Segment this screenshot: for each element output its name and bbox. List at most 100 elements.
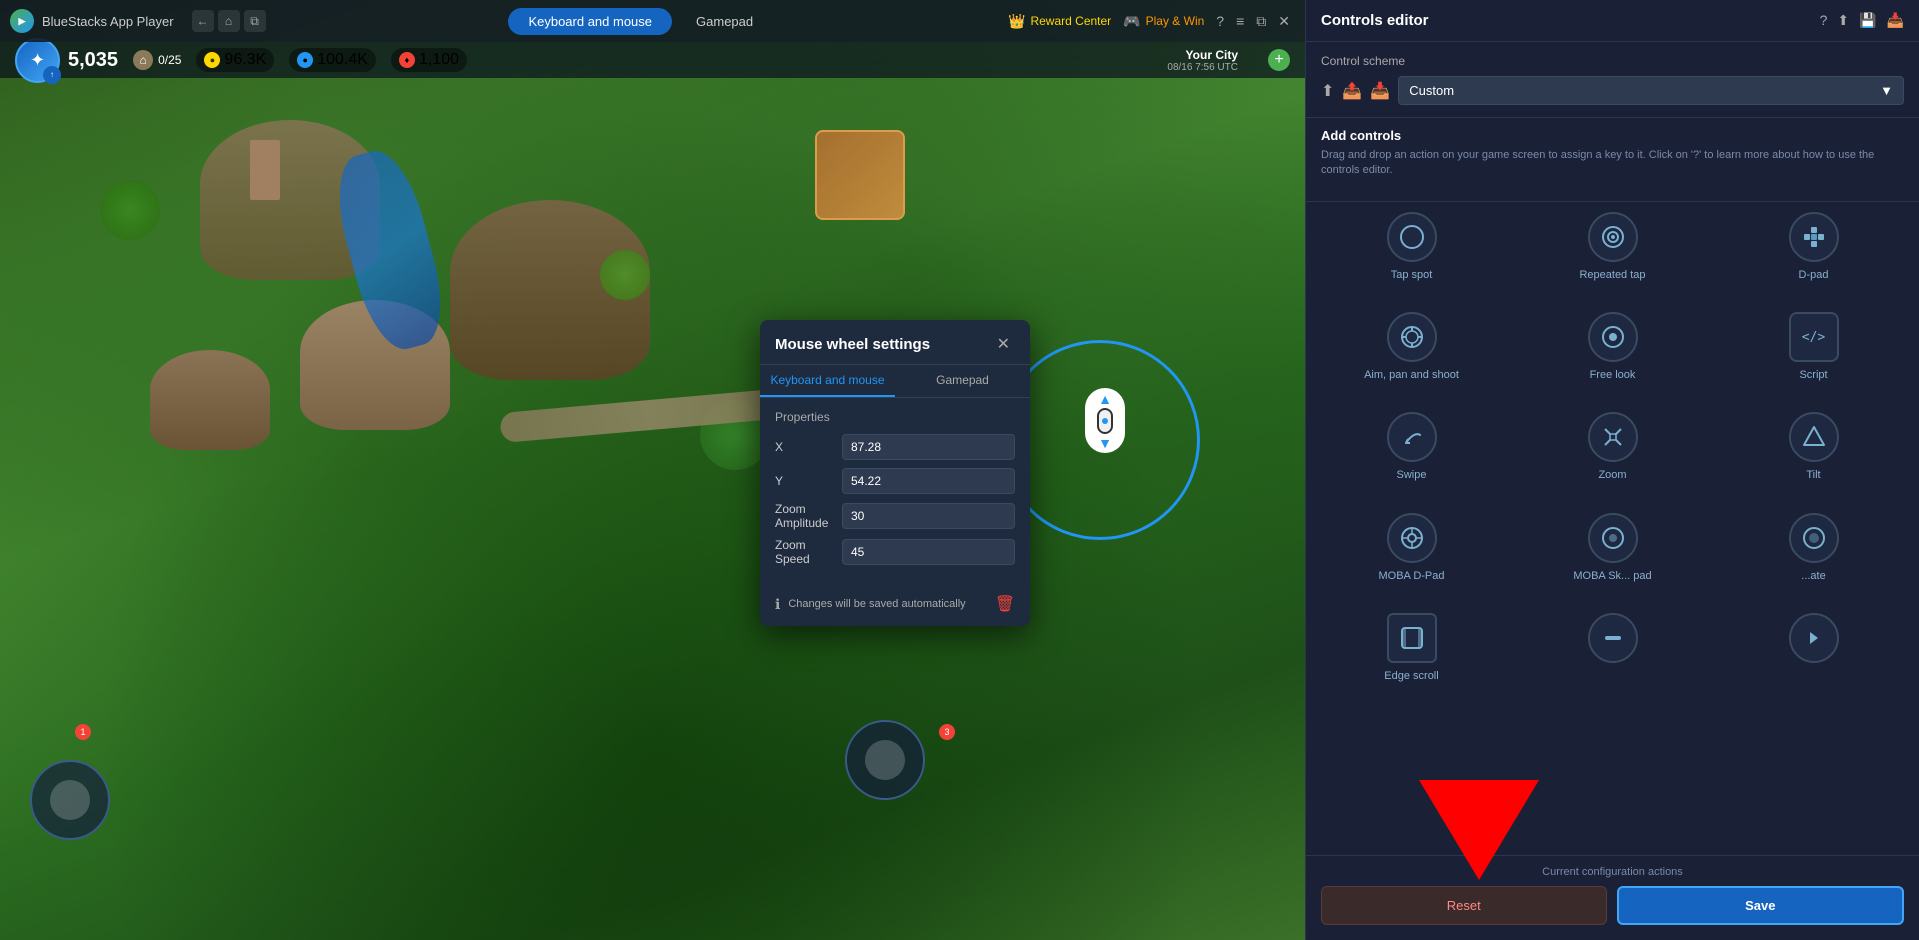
moba-skillpad-icon	[1588, 513, 1638, 563]
tap-spot-icon	[1387, 212, 1437, 262]
swipe-icon	[1387, 412, 1437, 462]
zoom-icon	[1588, 412, 1638, 462]
add-controls-section: Add controls Drag and drop an action on …	[1306, 118, 1919, 202]
input-x[interactable]	[842, 434, 1015, 460]
notif-badge-1: 1	[75, 724, 91, 740]
upload-icon[interactable]: ⬆	[1837, 12, 1849, 29]
dialog-tabs: Keyboard and mouse Gamepad	[760, 365, 1030, 398]
control-repeated-tap[interactable]: Repeated tap	[1517, 202, 1708, 292]
control-aim-pan-shoot[interactable]: Aim, pan and shoot	[1316, 302, 1507, 392]
dialog-header: Mouse wheel settings ✕	[760, 320, 1030, 365]
close-icon[interactable]: ✕	[1278, 13, 1290, 30]
red-arrow-indicator	[1419, 780, 1539, 880]
controls-scroll-area[interactable]: Tap spot Repeated tap	[1306, 202, 1919, 762]
moba-dpad-icon	[1387, 513, 1437, 563]
hud-bar: ✦ ↑ 5,035 ⌂ 0/25 ● 96.3K ● 100.4K ♦ 1,10…	[0, 42, 1305, 78]
building-1-tower	[250, 140, 280, 200]
label-zoom-speed: Zoom Speed	[775, 538, 842, 566]
field-y: Y	[775, 468, 1015, 494]
properties-title: Properties	[775, 410, 1015, 424]
tree-1	[100, 180, 160, 240]
reset-button[interactable]: Reset	[1321, 886, 1607, 925]
free-look-label: Free look	[1590, 368, 1636, 382]
script-icon: </>	[1789, 312, 1839, 362]
scheme-import-icon[interactable]: 📥	[1370, 81, 1390, 101]
city-info: Your City 08/16 7:56 UTC	[1167, 48, 1238, 73]
dpad-label: D-pad	[1799, 268, 1829, 282]
delete-button[interactable]: 🗑	[995, 594, 1015, 614]
label-y: Y	[775, 474, 842, 488]
score-value: 5,035	[68, 49, 118, 72]
home-button[interactable]: ⌂	[218, 10, 240, 32]
building-count: ⌂ 0/25	[133, 50, 181, 70]
dialog-body: Properties X Y Zoom Amplitude Zoom Speed	[760, 398, 1030, 586]
save-button[interactable]: Save	[1617, 886, 1905, 925]
mouse-wheel-settings-dialog: Mouse wheel settings ✕ Keyboard and mous…	[760, 320, 1030, 626]
footer-text: Changes will be saved automatically	[788, 598, 986, 610]
control-item12[interactable]: ...ate	[1718, 503, 1909, 593]
scheme-export-icon[interactable]: 📤	[1342, 81, 1362, 101]
input-y[interactable]	[842, 468, 1015, 494]
bottom-left-icon	[30, 760, 110, 840]
add-controls-desc: Drag and drop an action on your game scr…	[1321, 148, 1904, 179]
control-swipe[interactable]: Swipe	[1316, 402, 1507, 492]
gold-icon: ●	[204, 52, 220, 68]
control-tap-spot[interactable]: Tap spot	[1316, 202, 1507, 292]
control-dpad[interactable]: D-pad	[1718, 202, 1909, 292]
field-zoom-speed: Zoom Speed	[775, 538, 1015, 566]
free-look-icon	[1588, 312, 1638, 362]
scheme-share-icon[interactable]: ⬆	[1321, 81, 1334, 101]
reward-center-button[interactable]: 👑 Reward Center	[1008, 13, 1111, 30]
control-moba-skillpad[interactable]: MOBA Sk... pad	[1517, 503, 1708, 593]
moba-skillpad-label: MOBA Sk... pad	[1573, 569, 1651, 583]
control-moba-dpad[interactable]: MOBA D-Pad	[1316, 503, 1507, 593]
dialog-close-button[interactable]: ✕	[992, 332, 1015, 356]
control-tilt[interactable]: Tilt	[1718, 402, 1909, 492]
play-win-button[interactable]: 🎮 Play & Win	[1123, 13, 1204, 30]
control-item15[interactable]	[1718, 603, 1909, 693]
avatar-badge: ↑	[43, 66, 61, 84]
menu-icon[interactable]: ≡	[1236, 13, 1244, 29]
nav-buttons: ← ⌂ ⧉	[184, 10, 274, 32]
city-name: Your City	[1186, 48, 1238, 62]
scheme-dropdown[interactable]: Custom ▼	[1398, 76, 1904, 105]
add-controls-title: Add controls	[1321, 128, 1904, 143]
app-title: BlueStacks App Player	[42, 14, 174, 29]
help-icon[interactable]: ?	[1216, 13, 1224, 29]
current-config-label: Current configuration actions	[1321, 866, 1904, 878]
help-panel-icon[interactable]: ?	[1820, 12, 1828, 29]
info-icon: ℹ	[775, 596, 780, 613]
hud-plus-btn[interactable]: +	[1268, 49, 1290, 71]
bottom-right-icon	[845, 720, 925, 800]
scheme-row: ⬆ 📤 📥 Custom ▼	[1321, 76, 1904, 105]
back-button[interactable]: ←	[192, 10, 214, 32]
tilt-icon	[1789, 412, 1839, 462]
control-script[interactable]: </> Script	[1718, 302, 1909, 392]
dialog-title: Mouse wheel settings	[775, 336, 930, 353]
dialog-footer: ℹ Changes will be saved automatically 🗑	[760, 586, 1030, 626]
main-tabs: Keyboard and mouse Gamepad	[274, 8, 1009, 35]
control-edge-scroll[interactable]: Edge scroll	[1316, 603, 1507, 693]
input-zoom-amplitude[interactable]	[842, 503, 1015, 529]
dialog-tab-keyboard[interactable]: Keyboard and mouse	[760, 365, 895, 397]
restore-icon[interactable]: ⧉	[1256, 13, 1266, 30]
dialog-tab-gamepad[interactable]: Gamepad	[895, 365, 1030, 397]
tab-gamepad[interactable]: Gamepad	[676, 8, 773, 35]
control-zoom[interactable]: Zoom	[1517, 402, 1708, 492]
edge-scroll-label: Edge scroll	[1384, 669, 1438, 683]
save-scheme-icon[interactable]: 💾	[1859, 12, 1876, 29]
action-buttons: Reset Save	[1321, 886, 1904, 925]
top-right-area: 👑 Reward Center 🎮 Play & Win ? ≡ ⧉ ✕	[1008, 13, 1305, 30]
moba-dpad-label: MOBA D-Pad	[1378, 569, 1444, 583]
field-x: X	[775, 434, 1015, 460]
tabs-button[interactable]: ⧉	[244, 10, 266, 32]
dpad-icon	[1789, 212, 1839, 262]
tab-keyboard-mouse[interactable]: Keyboard and mouse	[508, 8, 672, 35]
score-display: ✦ ↑ 5,035	[15, 38, 118, 83]
import-icon[interactable]: 📥	[1887, 12, 1904, 29]
item14-icon	[1588, 613, 1638, 663]
panel-title: Controls editor	[1321, 12, 1429, 29]
control-free-look[interactable]: Free look	[1517, 302, 1708, 392]
input-zoom-speed[interactable]	[842, 539, 1015, 565]
control-item14[interactable]	[1517, 603, 1708, 693]
